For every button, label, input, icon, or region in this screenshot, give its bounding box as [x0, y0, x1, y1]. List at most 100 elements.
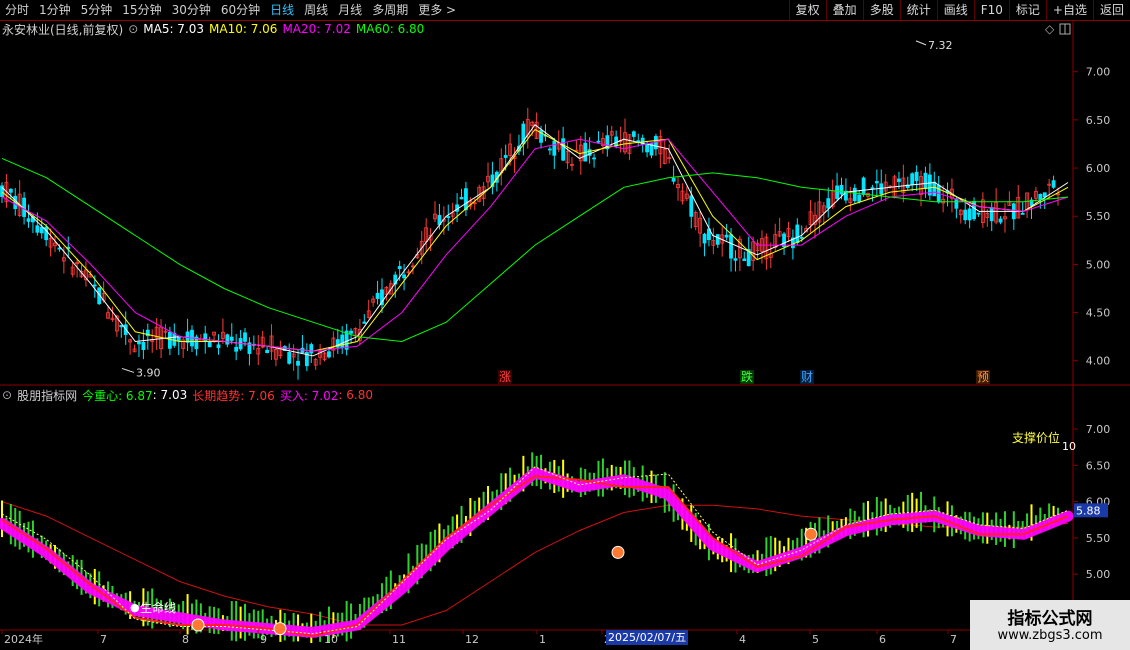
- main-y-tick-label: 6.50: [1086, 114, 1111, 127]
- chart-canvas[interactable]: 4.00 4.50 5.00 5.50 6.00 6.50 7.00 4.50 5.00 5.5…: [0, 0, 1130, 650]
- candle-body: [963, 209, 968, 221]
- sub-y-tick-label: 5.00: [1086, 568, 1111, 581]
- candle-body: [39, 226, 44, 234]
- candle-body: [910, 173, 915, 185]
- sub-y-tick-label: 6.50: [1086, 459, 1111, 472]
- candle-body: [265, 349, 270, 353]
- x-tick-label: 9: [260, 633, 267, 646]
- candle-body: [1038, 193, 1043, 200]
- candle-body: [724, 234, 729, 238]
- candle-body: [954, 198, 959, 209]
- candle-body: [35, 225, 40, 233]
- candle-body: [914, 171, 919, 182]
- candle-body: [296, 360, 300, 366]
- support-label: 支撑价位: [1012, 430, 1060, 445]
- candle-body: [857, 194, 862, 202]
- candle-body: [362, 321, 367, 324]
- low-label: 3.90: [136, 366, 161, 379]
- candle-body: [742, 258, 747, 262]
- candle-body: [167, 331, 172, 349]
- candle-body: [967, 208, 972, 221]
- candle-body: [799, 236, 804, 239]
- candle-body: [119, 324, 124, 328]
- support-label-b: 10: [1062, 440, 1076, 453]
- sub-y-tick-label: 7.00: [1086, 423, 1111, 436]
- candle-body: [375, 292, 380, 299]
- event-marker-3[interactable]: 预: [977, 370, 989, 384]
- candle-body: [402, 274, 406, 279]
- lifeline-label: 生命线: [140, 600, 176, 615]
- candle-body: [852, 187, 857, 202]
- sub-y-tick-label: 5.50: [1086, 532, 1111, 545]
- candle-body: [446, 216, 451, 218]
- x-tick-label: 7: [950, 633, 957, 646]
- candle-body: [923, 172, 928, 190]
- candle-body: [552, 140, 557, 156]
- event-marker-2[interactable]: 财: [801, 370, 813, 384]
- candle-body: [309, 344, 314, 354]
- candle-body: [547, 148, 552, 151]
- candle-body: [932, 181, 937, 197]
- candle-body: [729, 234, 733, 259]
- event-marker-0[interactable]: 涨: [499, 369, 511, 384]
- candle-body: [645, 144, 649, 153]
- main-y-tick-label: 5.00: [1086, 258, 1111, 271]
- ma-line-ma10: [1, 128, 1069, 352]
- candle-body: [349, 330, 353, 334]
- candle-body: [795, 224, 800, 244]
- signal-icon-3: [804, 527, 818, 541]
- signal-icon-2: [611, 545, 625, 559]
- x-tick-label: 2024年: [4, 632, 43, 646]
- candle-body: [839, 185, 844, 195]
- candle-body: [340, 334, 345, 349]
- watermark-title: 指标公式网: [1007, 609, 1093, 629]
- candle-body: [826, 198, 831, 209]
- x-tick-label: 8: [182, 633, 189, 646]
- annotations: 7.32 3.90 涨 跌 财 预支撑价位10 ● 生命线: [121, 39, 1076, 615]
- candle-body: [327, 351, 331, 358]
- signal-icon-0: [191, 618, 205, 632]
- x-tick-label: 10: [324, 633, 338, 646]
- candle-body: [229, 336, 234, 341]
- main-chart: [0, 107, 1069, 380]
- candle-body: [689, 195, 694, 217]
- candle-body: [225, 334, 230, 345]
- candle-body: [397, 266, 402, 270]
- x-tick-label: 12: [465, 633, 479, 646]
- diamond-icon[interactable]: ◇: [1045, 22, 1055, 36]
- main-y-tick-label: 4.00: [1086, 355, 1111, 368]
- x-tick-label: 6: [879, 633, 886, 646]
- x-tick-label: 5: [812, 633, 819, 646]
- cursor-date: 2025/02/07/五: [606, 630, 689, 645]
- candle-body: [654, 135, 658, 150]
- candle-body: [561, 138, 566, 161]
- candle-body: [998, 218, 1003, 223]
- x-tick-label: 11: [392, 633, 406, 646]
- candle-body: [1020, 212, 1025, 215]
- price-tag-label: 5.88: [1076, 504, 1101, 517]
- candle-body: [976, 212, 981, 215]
- candle-body: [861, 177, 866, 195]
- low-marker: [121, 367, 135, 373]
- watermark-url: www.zbgs3.com: [997, 628, 1103, 643]
- x-tick-label: 7: [100, 633, 107, 646]
- candle-body: [137, 341, 141, 345]
- watermark: 指标公式网 www.zbgs3.com: [970, 600, 1130, 650]
- candle-body: [1051, 180, 1056, 188]
- candle-body: [1042, 192, 1047, 198]
- event-marker-1[interactable]: 跌: [741, 369, 753, 384]
- candle-body: [243, 332, 247, 342]
- candle-body: [671, 177, 676, 182]
- candle-body: [631, 131, 636, 137]
- candle-body: [835, 185, 839, 199]
- candle-body: [715, 234, 720, 245]
- candle-body: [8, 188, 13, 193]
- high-marker: [915, 40, 927, 46]
- candle-body: [459, 197, 464, 200]
- candle-body: [614, 136, 619, 147]
- main-y-tick-label: 4.50: [1086, 307, 1111, 320]
- candle-body: [141, 341, 146, 350]
- candle-body: [874, 181, 879, 184]
- x-tick-label: 4: [739, 633, 746, 646]
- x-tick-label: 1: [539, 633, 546, 646]
